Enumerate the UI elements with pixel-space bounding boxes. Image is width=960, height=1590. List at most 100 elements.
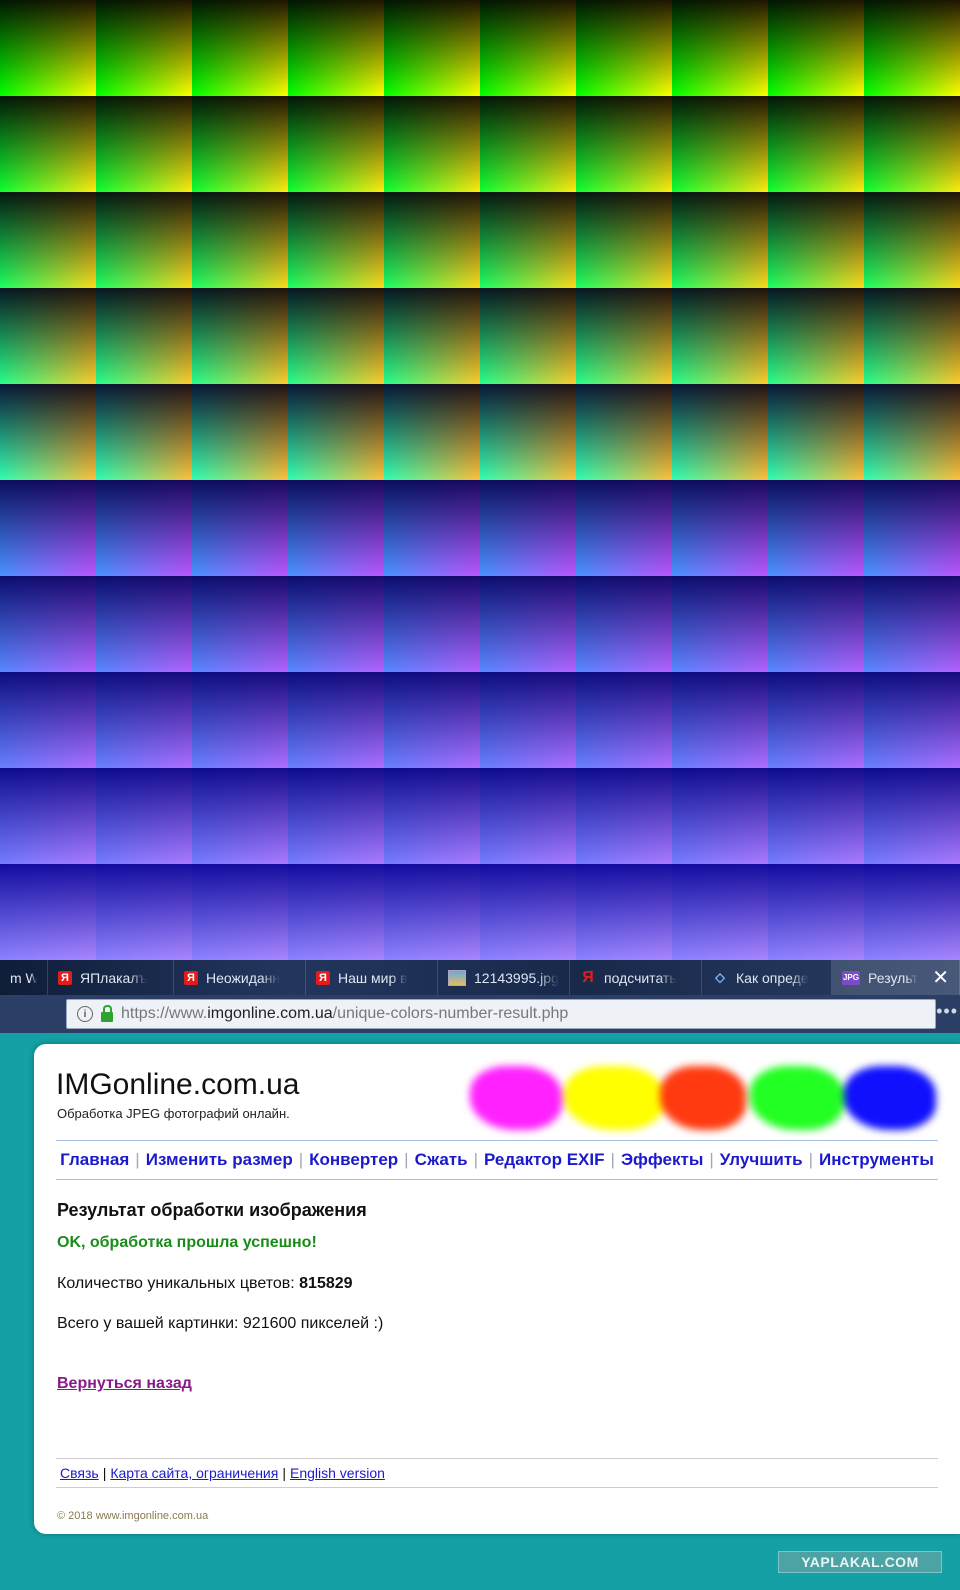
gradient-tile — [576, 480, 672, 576]
nav-item-5[interactable]: Эффекты — [621, 1150, 703, 1170]
browser-address-bar: i https://www.imgonline.com.ua/unique-co… — [0, 995, 960, 1033]
gradient-tile — [96, 384, 192, 480]
info-icon[interactable]: i — [77, 1006, 93, 1022]
yaplakal-icon: Я — [184, 970, 198, 985]
gradient-tile — [768, 96, 864, 192]
gradient-tile — [480, 672, 576, 768]
gradient-tile — [384, 192, 480, 288]
gradient-tile — [768, 0, 864, 96]
nav-separator: | — [404, 1150, 409, 1169]
gradient-tile — [864, 384, 960, 480]
gradient-tile — [192, 384, 288, 480]
gradient-tile — [288, 576, 384, 672]
gradient-tile — [480, 192, 576, 288]
lock-icon — [101, 1004, 113, 1022]
gradient-tile — [96, 96, 192, 192]
gradient-tile — [192, 480, 288, 576]
color-blob — [564, 1066, 664, 1130]
gradient-tile — [0, 576, 96, 672]
gradient-tile — [576, 576, 672, 672]
browser-tab-4[interactable]: 12143995.jpg — [438, 960, 570, 995]
gradient-tile — [0, 0, 96, 96]
gradient-tile — [0, 480, 96, 576]
gradient-tile — [768, 384, 864, 480]
close-tab-icon[interactable]: ✕ — [926, 965, 949, 990]
gradient-tile — [480, 768, 576, 864]
main-nav: Главная | Изменить размер | Конвертер | Сжать |… — [56, 1140, 938, 1180]
gradient-tile — [288, 672, 384, 768]
nav-item-0[interactable]: Главная — [60, 1150, 129, 1170]
gradient-tile — [96, 576, 192, 672]
gradient-tile — [96, 768, 192, 864]
gradient-tile — [384, 0, 480, 96]
page-content: IMGonline.com.ua Обработка JPEG фотограф… — [34, 1044, 960, 1534]
gradient-tile — [864, 864, 960, 960]
footer-link-1[interactable]: Карта сайта, ограничения — [110, 1465, 278, 1481]
gradient-tile — [768, 288, 864, 384]
gradient-tile — [672, 192, 768, 288]
footer-link-2[interactable]: English version — [290, 1465, 385, 1481]
gradient-tile — [288, 96, 384, 192]
more-options-icon[interactable]: ••• — [936, 1001, 958, 1022]
browser-tab-1[interactable]: Я ЯПлакалъ — [48, 960, 174, 995]
gradient-tile — [864, 96, 960, 192]
gradient-tile — [672, 384, 768, 480]
nav-item-2[interactable]: Конвертер — [309, 1150, 398, 1170]
gradient-tile — [768, 864, 864, 960]
gradient-tile — [288, 768, 384, 864]
gradient-tile — [480, 288, 576, 384]
gradient-tile — [576, 864, 672, 960]
gradient-tile — [384, 384, 480, 480]
browser-tab-2[interactable]: Я Неожиданн — [174, 960, 306, 995]
tab-label: Неожиданн — [206, 969, 281, 986]
tab-label: Результат — [868, 969, 918, 986]
browser-tab-6[interactable]: ⬦ Как опреде — [702, 960, 832, 995]
tab-label: ЯПлакалъ — [80, 969, 148, 986]
color-blob — [750, 1066, 844, 1130]
gradient-tile — [576, 768, 672, 864]
watermark: YAPLAKAL.COM — [778, 1551, 942, 1573]
nav-item-6[interactable]: Улучшить — [720, 1150, 803, 1170]
footer-link-0[interactable]: Связь — [60, 1465, 99, 1481]
gradient-tile — [288, 288, 384, 384]
nav-item-7[interactable]: Инструменты — [819, 1150, 934, 1170]
footer-links: Связь | Карта сайта, ограничения | English v… — [56, 1458, 938, 1488]
diamond-icon: ⬦ — [715, 969, 725, 985]
gradient-tile — [672, 672, 768, 768]
gradient-tile — [576, 384, 672, 480]
gradient-tile — [480, 864, 576, 960]
gradient-tile — [768, 192, 864, 288]
success-message: OK, обработка прошла успешно! — [57, 1234, 317, 1251]
nav-separator: | — [709, 1150, 714, 1169]
gradient-tile — [384, 96, 480, 192]
gradient-tile — [96, 192, 192, 288]
gradient-tile — [192, 96, 288, 192]
nav-item-3[interactable]: Сжать — [415, 1150, 468, 1170]
gradient-tile — [480, 0, 576, 96]
url-field[interactable]: i https://www.imgonline.com.ua/unique-co… — [66, 999, 936, 1029]
gradient-tile — [288, 480, 384, 576]
tab-label: подсчитать — [604, 969, 677, 986]
browser-tab-0[interactable]: m W — [0, 960, 48, 995]
gradient-tile — [384, 672, 480, 768]
gradient-tile — [384, 864, 480, 960]
gradient-tile — [192, 0, 288, 96]
browser-tab-7[interactable]: JPG Результат ✕ — [832, 960, 960, 995]
gradient-tile — [0, 768, 96, 864]
browser-tab-5[interactable]: Яподсчитать — [570, 960, 702, 995]
count-value: 815829 — [299, 1275, 353, 1292]
gradient-tile — [192, 672, 288, 768]
gradient-tile — [768, 480, 864, 576]
back-link[interactable]: Вернуться назад — [57, 1375, 192, 1393]
gradient-tile — [672, 864, 768, 960]
tab-label: Наш мир в — [338, 969, 408, 986]
browser-tab-3[interactable]: Я Наш мир в — [306, 960, 438, 995]
nav-item-4[interactable]: Редактор EXIF — [484, 1150, 605, 1170]
gradient-tile — [0, 864, 96, 960]
gradient-tile — [768, 576, 864, 672]
gradient-tile — [0, 288, 96, 384]
tab-label: Как опреде — [736, 969, 809, 986]
site-title[interactable]: IMGonline.com.ua — [56, 1068, 299, 1102]
color-blob — [660, 1066, 746, 1130]
nav-item-1[interactable]: Изменить размер — [146, 1150, 293, 1170]
